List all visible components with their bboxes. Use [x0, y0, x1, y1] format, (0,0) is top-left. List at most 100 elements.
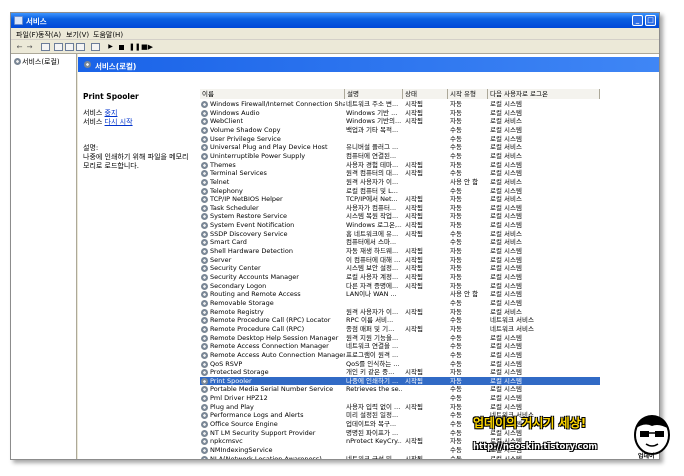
table-row[interactable]: Windows Audio Windows 기반 ... 시작됨 자동 로컬 시스템 — [200, 109, 600, 118]
service-name: Smart Card — [200, 238, 345, 247]
table-row[interactable]: System Event Notification Windows 로그온,...… — [200, 221, 600, 230]
stop-icon[interactable] — [119, 45, 124, 50]
table-row[interactable]: Routing and Remote Access LAN이나 WAN ... 사용… — [200, 290, 600, 299]
table-row[interactable]: Security Accounts Manager 로컬 사용자 계정... 시작됨… — [200, 273, 600, 282]
table-row[interactable]: Remote Procedure Call (RPC) Locator RPC 이… — [200, 316, 600, 325]
service-gear-icon — [201, 377, 208, 385]
stop-service-link[interactable]: 중지 — [105, 109, 118, 117]
table-row[interactable]: Windows Firewall/Internet Connection Sha… — [200, 100, 600, 109]
service-name: Security Center — [200, 264, 345, 273]
table-row[interactable]: Volume Shadow Copy 백업과 기타 목적... 수동 로컬 시스템 — [200, 126, 600, 135]
table-row[interactable]: Task Scheduler 사용자가 컴퓨터... 시작됨 자동 로컬 시스템 — [200, 204, 600, 213]
service-startup-type-text: 수동 — [450, 428, 462, 437]
table-row[interactable]: Remote Access Auto Connection Manager 프로그… — [200, 351, 600, 360]
table-row[interactable]: Uninterruptible Power Supply 컴퓨터에 연결된... 수… — [200, 152, 600, 161]
service-gear-icon — [201, 403, 208, 411]
table-row[interactable]: Themes 사용자 경험 테마... 시작됨 자동 로컬 시스템 — [200, 161, 600, 170]
column-header-description[interactable]: 설명 — [345, 89, 403, 99]
title-bar[interactable]: 서비스 _ □ — [11, 13, 659, 28]
service-description-text: 시스템 복원 작업... — [346, 212, 399, 221]
table-row[interactable]: QoS RSVP QoS를 인식하는 ... 수동 로컬 시스템 — [200, 360, 600, 369]
column-header-status[interactable]: 상태 — [403, 89, 448, 99]
service-description-text: 시스템 보안 설정... — [346, 264, 399, 273]
maximize-button[interactable]: □ — [645, 15, 656, 26]
service-startup-type-text: 자동 — [450, 264, 462, 273]
table-row[interactable]: System Restore Service 시스템 복원 작업... 시작됨 자동 로… — [200, 212, 600, 221]
service-description-text: QoS를 인식하는 ... — [346, 359, 400, 368]
menu-help[interactable]: 도움말(H) — [93, 30, 123, 40]
service-name: Routing and Remote Access — [200, 290, 345, 299]
service-logon: 로컬 시스템 — [490, 290, 560, 299]
table-row[interactable]: Security Center 시스템 보안 설정... 시작됨 자동 로컬 시스템 — [200, 264, 600, 273]
table-row[interactable]: Terminal Services 원격 컴퓨터의 대... 시작됨 수동 로컬 시스템 — [200, 169, 600, 178]
restart-service-link[interactable]: 다시 시작 — [105, 118, 133, 126]
tree-item-services-local[interactable]: 서비스(로컬) — [14, 57, 60, 67]
export-list-icon[interactable] — [76, 43, 85, 51]
table-row[interactable]: Shell Hardware Detection 자동 재생 하드웨... 시작됨 자… — [200, 247, 600, 256]
restart-icon[interactable]: ■▶ — [141, 43, 153, 51]
table-row[interactable]: Print Spooler 나중에 인쇄하기 ... 시작됨 자동 로컬 시스템 — [200, 376, 600, 386]
table-row[interactable]: Remote Access Connection Manager 네트워크 연결을… — [200, 342, 600, 351]
service-description: 원격 사용자가 이... — [346, 178, 402, 187]
table-row[interactable]: Remote Desktop Help Session Manager 원격 지원… — [200, 334, 600, 343]
service-gear-icon — [201, 438, 208, 446]
column-header-startup-type[interactable]: 시작 유형 — [448, 89, 488, 99]
play-icon[interactable]: ▶ — [106, 43, 115, 51]
service-status: 시작됨 — [405, 161, 445, 170]
table-row[interactable]: Server 이 컴퓨터에 대해 ... 시작됨 자동 로컬 시스템 — [200, 256, 600, 265]
service-name: Print Spooler — [200, 377, 345, 386]
service-description: 컴퓨터에 연결된... — [346, 152, 402, 161]
table-row[interactable]: SSDP Discovery Service 홈 네트워크에 유... 시작됨 수동 로… — [200, 230, 600, 239]
list-header: 이름 설명 상태 시작 유형 다음 사용자로 로그온 — [200, 89, 600, 99]
table-row[interactable]: Pml Driver HPZ12 수동 로컬 시스템 — [200, 394, 600, 403]
service-logon: 로컬 서비스 — [490, 117, 560, 126]
table-row[interactable]: Remote Registry 원격 사용자가 이... 시작됨 자동 로컬 서비스 — [200, 308, 600, 317]
forward-arrow-icon[interactable]: → — [25, 43, 34, 51]
service-name: Remote Procedure Call (RPC) Locator — [200, 316, 345, 325]
service-startup-type-text: 수동 — [450, 350, 462, 359]
table-row[interactable]: Removable Storage 수동 로컬 시스템 — [200, 299, 600, 308]
service-logon-text: 로컬 서비스 — [490, 177, 522, 186]
service-description: 미리 설정된 일정... — [346, 411, 402, 420]
service-gear-icon — [201, 178, 208, 186]
column-header-name[interactable]: 이름 — [200, 89, 345, 99]
menu-view[interactable]: 보기(V) — [66, 30, 89, 40]
service-startup-type-text: 수동 — [450, 385, 462, 394]
table-row[interactable]: Portable Media Serial Number Service Retr… — [200, 385, 600, 394]
pause-icon[interactable]: ❚❚ — [129, 43, 141, 51]
service-status-text: 시작됨 — [405, 229, 423, 238]
service-description-text: TCP/IP에서 Net... — [346, 195, 398, 204]
help-icon[interactable] — [91, 43, 100, 51]
table-row[interactable]: Universal Plug and Play Device Host 유니버설 … — [200, 143, 600, 152]
service-description: QoS를 인식하는 ... — [346, 360, 402, 369]
back-arrow-icon[interactable]: ← — [15, 43, 24, 51]
table-row[interactable]: Telnet 원격 사용자가 이... 사용 안 함 로컬 서비스 — [200, 178, 600, 187]
menu-file[interactable]: 파일(F) — [16, 30, 38, 40]
table-row[interactable]: User Privilege Service 수동 로컬 시스템 — [200, 135, 600, 144]
table-row[interactable]: WebClient Windows 기반의... 시작됨 자동 로컬 서비스 — [200, 117, 600, 126]
service-name-text: Protected Storage — [210, 368, 269, 377]
service-logon: 로컬 시스템 — [490, 351, 560, 360]
service-name-text: Windows Audio — [210, 108, 260, 117]
service-status: 시작됨 — [405, 109, 445, 118]
table-row[interactable]: Smart Card 컴퓨터에서 스마... 수동 로컬 서비스 — [200, 238, 600, 247]
table-row[interactable]: TCP/IP NetBIOS Helper TCP/IP에서 Net... 시작됨 자… — [200, 195, 600, 204]
minimize-button[interactable]: _ — [632, 15, 643, 26]
service-logon-text: 로컬 시스템 — [490, 402, 522, 411]
service-description: 나중에 인쇄하기 ... — [346, 377, 402, 386]
column-header-logon[interactable]: 다음 사용자로 로그온 — [488, 89, 600, 99]
console-tree-icon[interactable] — [41, 43, 50, 51]
service-startup-type-text: 수동 — [450, 151, 462, 160]
service-status: 시작됨 — [405, 437, 445, 446]
service-status-text: 시작됨 — [405, 212, 423, 221]
refresh-icon[interactable] — [65, 43, 74, 51]
service-startup-type: 수동 — [450, 351, 487, 360]
properties-icon[interactable] — [54, 43, 63, 51]
table-row[interactable]: Telephony 로컬 컴퓨터 및 L... 수동 로컬 시스템 — [200, 187, 600, 196]
table-row[interactable]: Protected Storage 개인 키 같은 중... 시작됨 자동 로컬 시스템 — [200, 368, 600, 377]
table-row[interactable]: Secondary Logon 다른 자격 증명에... 시작됨 자동 로컬 시스템 — [200, 282, 600, 291]
menu-action[interactable]: 동작(A) — [38, 30, 61, 40]
table-row[interactable]: Remote Procedure Call (RPC) 종점 매퍼 및 기... 시… — [200, 325, 600, 334]
service-startup-type: 자동 — [450, 264, 487, 273]
service-name-text: Security Center — [210, 264, 261, 273]
